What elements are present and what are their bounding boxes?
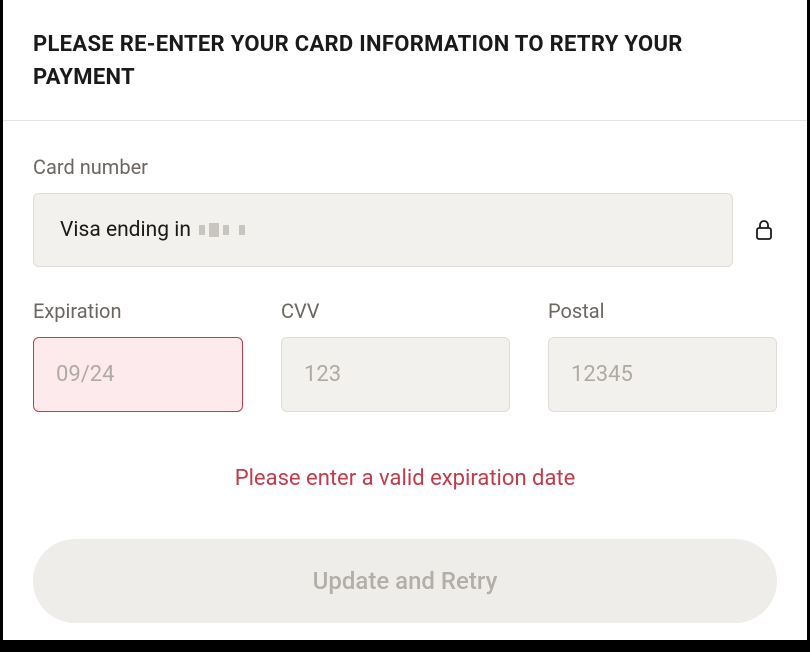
card-number-display: Visa ending in	[33, 193, 733, 267]
expiration-label: Expiration	[33, 299, 243, 323]
validation-error-message: Please enter a valid expiration date	[33, 466, 777, 491]
card-details-row: Expiration CVV Postal	[33, 299, 777, 412]
expiration-input[interactable]	[33, 337, 243, 412]
modal-title: PLEASE RE-ENTER YOUR CARD INFORMATION TO…	[33, 28, 777, 94]
cvv-label: CVV	[281, 299, 510, 323]
cvv-field: CVV	[281, 299, 510, 412]
expiration-field: Expiration	[33, 299, 243, 412]
payment-form: Card number Visa ending in Expi	[3, 121, 807, 623]
card-number-label: Card number	[33, 155, 777, 179]
cvv-input[interactable]	[281, 337, 510, 412]
postal-label: Postal	[548, 299, 777, 323]
card-number-row: Visa ending in	[33, 193, 777, 267]
card-number-masked	[199, 223, 245, 237]
modal-header: PLEASE RE-ENTER YOUR CARD INFORMATION TO…	[3, 0, 807, 121]
update-retry-button[interactable]: Update and Retry	[33, 539, 777, 623]
card-number-prefix: Visa ending in	[60, 218, 191, 242]
postal-input[interactable]	[548, 337, 777, 412]
lock-icon	[751, 218, 777, 242]
postal-field: Postal	[548, 299, 777, 412]
payment-retry-modal: PLEASE RE-ENTER YOUR CARD INFORMATION TO…	[3, 0, 807, 640]
